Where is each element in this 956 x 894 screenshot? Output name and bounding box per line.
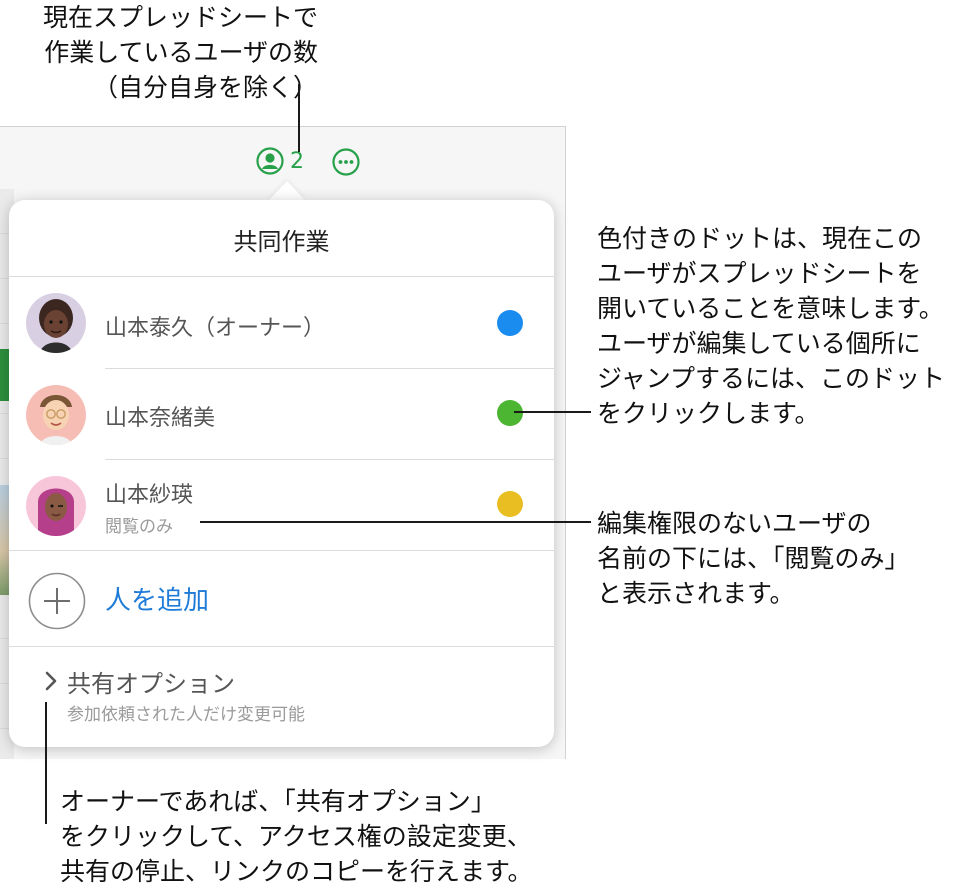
app-toolbar: 2: [0, 127, 565, 187]
status-dot-yellow[interactable]: [497, 491, 523, 517]
status-dot-blue[interactable]: [497, 310, 523, 336]
status-dot-green[interactable]: [497, 400, 523, 426]
add-person-button[interactable]: 人を追加: [9, 552, 554, 644]
participant-name: 山本紗瑛: [105, 483, 194, 508]
popover-arrow: [268, 181, 306, 201]
callout-collaborator-count: 現在スプレッドシートで 作業しているユーザの数 （自分自身を除く）: [42, 3, 318, 102]
callout-view-only: 編集権限のないユーザの 名前の下には、「閲覧のみ」 と表示されます。: [597, 509, 910, 608]
participant-name: 山本泰久（オーナー）: [105, 316, 326, 341]
participant-row[interactable]: 山本紗瑛 閲覧のみ: [9, 461, 554, 551]
person-circle-icon: [256, 147, 284, 175]
memoji-dark-hair-avatar: [26, 293, 86, 353]
share-options-subtitle: 参加依頼された人だけ変更可能: [67, 705, 305, 725]
add-person-label: 人を追加: [105, 586, 210, 616]
ellipsis-circle-icon[interactable]: [332, 148, 360, 176]
participant-row[interactable]: 山本泰久（オーナー）: [9, 278, 554, 368]
popover-title: 共同作業: [233, 228, 330, 256]
leader-line-share: [45, 702, 47, 824]
chevron-right-icon: [45, 671, 57, 691]
divider: [105, 459, 554, 460]
participant-view-only-label: 閲覧のみ: [105, 517, 173, 537]
participant-row[interactable]: 山本奈緒美: [9, 370, 554, 460]
collaboration-button[interactable]: 2: [256, 147, 304, 175]
leader-line-view-only: [200, 521, 591, 523]
plus-circle-icon: [28, 572, 86, 630]
leader-line-count: [298, 84, 300, 152]
memoji-pink-hair-avatar: [26, 476, 86, 536]
share-options-title: 共有オプション: [67, 670, 235, 698]
callout-status-dots: 色付きのドットは、現在この ユーザがスプレッドシートを 開いていることを意味しま…: [597, 224, 946, 428]
divider: [9, 276, 554, 277]
memoji-glasses-avatar: [26, 385, 86, 445]
collaboration-popover: 共同作業 山本泰久（オーナー） 山本奈緒美 山本紗瑛 閲覧のみ 人を追加 共有オ…: [9, 200, 554, 747]
participant-name: 山本奈緒美: [105, 406, 216, 431]
share-options-button[interactable]: 共有オプション 参加依頼された人だけ変更可能: [9, 646, 554, 738]
leader-line-dots: [514, 411, 591, 413]
divider: [9, 550, 554, 551]
callout-share-options: オーナーであれば、「共有オプション」 をクリックして、アクセス権の設定変更、 共…: [60, 787, 533, 886]
collaborator-count: 2: [290, 148, 304, 174]
divider: [105, 368, 554, 369]
